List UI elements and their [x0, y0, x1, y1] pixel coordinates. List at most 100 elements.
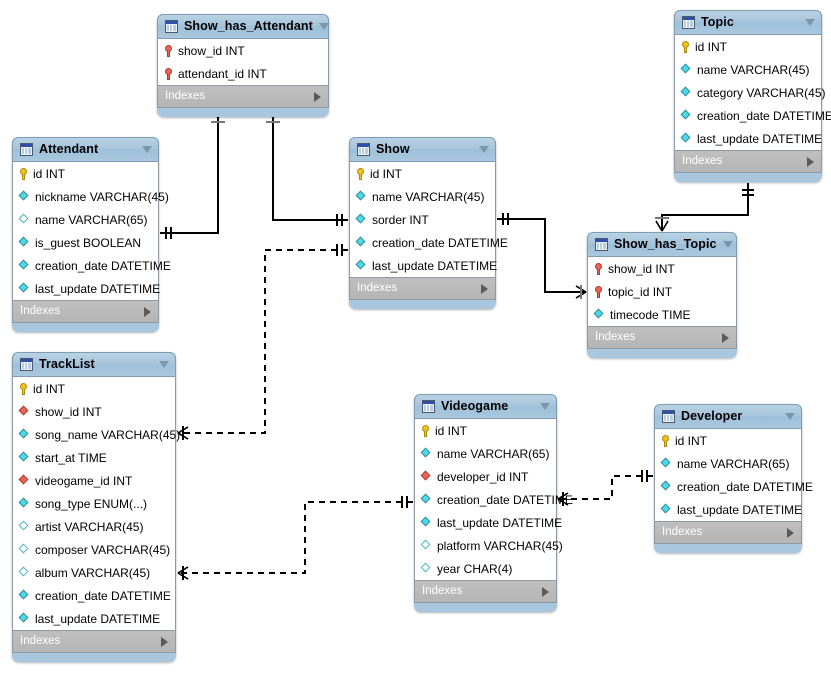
- table-column-row[interactable]: last_update DATETIME: [13, 607, 175, 630]
- table-header[interactable]: TrackList: [12, 352, 176, 376]
- table-column-row[interactable]: name VARCHAR(45): [350, 185, 495, 208]
- column-icon: [19, 613, 30, 624]
- chevron-down-icon[interactable]: [479, 146, 489, 153]
- table-attendant[interactable]: Attendant id INT nickname VARCHAR(45) name …: [12, 137, 171, 332]
- table-column-row[interactable]: composer VARCHAR(45): [13, 538, 175, 561]
- table-column-row[interactable]: id INT: [415, 419, 556, 442]
- table-show[interactable]: Show id INT name VARCHAR(45) sorder INT crea…: [349, 137, 508, 309]
- indexes-section[interactable]: Indexes: [674, 151, 822, 173]
- indexes-section[interactable]: Indexes: [12, 631, 176, 653]
- table-header[interactable]: Developer: [654, 404, 802, 428]
- column-label: last_update DATETIME: [372, 258, 498, 273]
- table-column-row[interactable]: platform VARCHAR(45): [415, 534, 563, 557]
- indexes-section[interactable]: Indexes: [349, 278, 496, 300]
- table-column-row[interactable]: id INT: [13, 377, 175, 400]
- table-column-row[interactable]: videogame_id INT: [13, 469, 175, 492]
- table-header[interactable]: Attendant: [12, 137, 159, 161]
- chevron-down-icon[interactable]: [142, 146, 152, 153]
- chevron-down-icon[interactable]: [805, 19, 815, 26]
- column-icon: [19, 429, 30, 440]
- table-column-row[interactable]: artist VARCHAR(45): [13, 515, 175, 538]
- table-header[interactable]: Topic: [674, 10, 822, 34]
- table-columns: id INT name VARCHAR(45) sorder INT creation…: [349, 161, 508, 278]
- column-icon: [356, 237, 367, 248]
- table-column-row[interactable]: name VARCHAR(65): [655, 452, 801, 475]
- table-column-row[interactable]: creation_date DATETIME: [13, 584, 175, 607]
- chevron-right-icon[interactable]: [807, 156, 814, 167]
- table-column-row[interactable]: creation_date DATETIME: [350, 231, 508, 254]
- chevron-down-icon[interactable]: [785, 413, 795, 420]
- indexes-section[interactable]: Indexes: [12, 301, 159, 323]
- chevron-right-icon[interactable]: [542, 586, 549, 597]
- table-column-row[interactable]: start_at TIME: [13, 446, 175, 469]
- chevron-down-icon[interactable]: [159, 361, 169, 368]
- table-tracklist[interactable]: TrackList id INT show_id INT song_name VARC…: [12, 352, 180, 662]
- indexes-section[interactable]: Indexes: [654, 522, 802, 544]
- chevron-right-icon[interactable]: [161, 636, 168, 647]
- table-column-row[interactable]: sorder INT: [350, 208, 495, 231]
- table-column-row[interactable]: song_name VARCHAR(45): [13, 423, 180, 446]
- chevron-right-icon[interactable]: [144, 306, 151, 317]
- table-column-row[interactable]: id INT: [13, 162, 158, 185]
- table-column-row[interactable]: topic_id INT: [588, 280, 736, 303]
- table-column-row[interactable]: album VARCHAR(45): [13, 561, 175, 584]
- table-columns: id INT name VARCHAR(65) developer_id INT cr…: [414, 418, 573, 581]
- table-name-label: Topic: [701, 15, 734, 30]
- indexes-section[interactable]: Indexes: [157, 86, 329, 108]
- table-column-row[interactable]: developer_id INT: [415, 465, 556, 488]
- table-column-row[interactable]: is_guest BOOLEAN: [13, 231, 158, 254]
- column-label: sorder INT: [372, 212, 429, 227]
- chevron-down-icon[interactable]: [540, 403, 550, 410]
- table-header[interactable]: Videogame: [414, 394, 557, 418]
- table-name-label: Attendant: [39, 142, 99, 157]
- indexes-section[interactable]: Indexes: [587, 327, 737, 349]
- table-show_has_topic[interactable]: Show_has_Topic show_id INT topic_id INT tim…: [587, 232, 737, 358]
- chevron-down-icon[interactable]: [722, 241, 733, 248]
- table-column-row[interactable]: creation_date DATETIME: [13, 254, 171, 277]
- table-name-label: TrackList: [39, 357, 95, 372]
- nullable-column-icon: [19, 521, 30, 532]
- table-column-row[interactable]: show_id INT: [588, 257, 736, 280]
- column-label: id INT: [675, 433, 708, 448]
- table-header[interactable]: Show: [349, 137, 496, 161]
- eer-diagram-canvas[interactable]: Show_has_Attendant show_id INT attendant_i…: [0, 0, 831, 692]
- chevron-right-icon[interactable]: [314, 91, 321, 102]
- table-column-row[interactable]: show_id INT: [13, 400, 175, 423]
- table-header[interactable]: Show_has_Topic: [587, 232, 737, 256]
- table-column-row[interactable]: last_update DATETIME: [13, 277, 160, 300]
- table-column-row[interactable]: id INT: [655, 429, 801, 452]
- table-column-row[interactable]: year CHAR(4): [415, 557, 556, 580]
- table-column-row[interactable]: song_type ENUM(...): [13, 492, 175, 515]
- table-column-row[interactable]: attendant_id INT: [158, 62, 328, 85]
- table-videogame[interactable]: Videogame id INT name VARCHAR(65) developer…: [414, 394, 573, 612]
- chevron-down-icon[interactable]: [318, 23, 329, 30]
- chevron-right-icon[interactable]: [787, 527, 794, 538]
- table-column-row[interactable]: last_update DATETIME: [675, 127, 822, 150]
- table-column-row[interactable]: name VARCHAR(65): [13, 208, 158, 231]
- table-column-row[interactable]: category VARCHAR(45): [675, 81, 825, 104]
- table-column-row[interactable]: last_update DATETIME: [415, 511, 562, 534]
- table-column-row[interactable]: last_update DATETIME: [350, 254, 498, 277]
- table-column-row[interactable]: creation_date DATETIME: [415, 488, 573, 511]
- table-show_has_attendant[interactable]: Show_has_Attendant show_id INT attendant_i…: [157, 14, 329, 117]
- table-column-row[interactable]: show_id INT: [158, 39, 328, 62]
- table-column-row[interactable]: last_update DATETIME: [655, 498, 802, 521]
- indexes-label: Indexes: [682, 154, 723, 167]
- chevron-right-icon[interactable]: [722, 332, 729, 343]
- table-columns: show_id INT topic_id INT timecode TIME: [587, 256, 737, 327]
- table-topic[interactable]: Topic id INT name VARCHAR(45) category VARC…: [674, 10, 831, 182]
- indexes-label: Indexes: [20, 304, 61, 317]
- table-column-row[interactable]: nickname VARCHAR(45): [13, 185, 169, 208]
- table-header[interactable]: Show_has_Attendant: [157, 14, 329, 38]
- table-developer[interactable]: Developer id INT name VARCHAR(65) creation_…: [654, 404, 813, 553]
- table-column-row[interactable]: timecode TIME: [588, 303, 736, 326]
- table-column-row[interactable]: name VARCHAR(65): [415, 442, 556, 465]
- chevron-right-icon[interactable]: [481, 283, 488, 294]
- indexes-section[interactable]: Indexes: [414, 581, 557, 603]
- table-column-row[interactable]: id INT: [350, 162, 495, 185]
- table-column-row[interactable]: creation_date DATETIME: [675, 104, 831, 127]
- table-column-row[interactable]: id INT: [675, 35, 821, 58]
- table-column-row[interactable]: name VARCHAR(45): [675, 58, 821, 81]
- column-label: attendant_id INT: [178, 66, 267, 81]
- table-column-row[interactable]: creation_date DATETIME: [655, 475, 813, 498]
